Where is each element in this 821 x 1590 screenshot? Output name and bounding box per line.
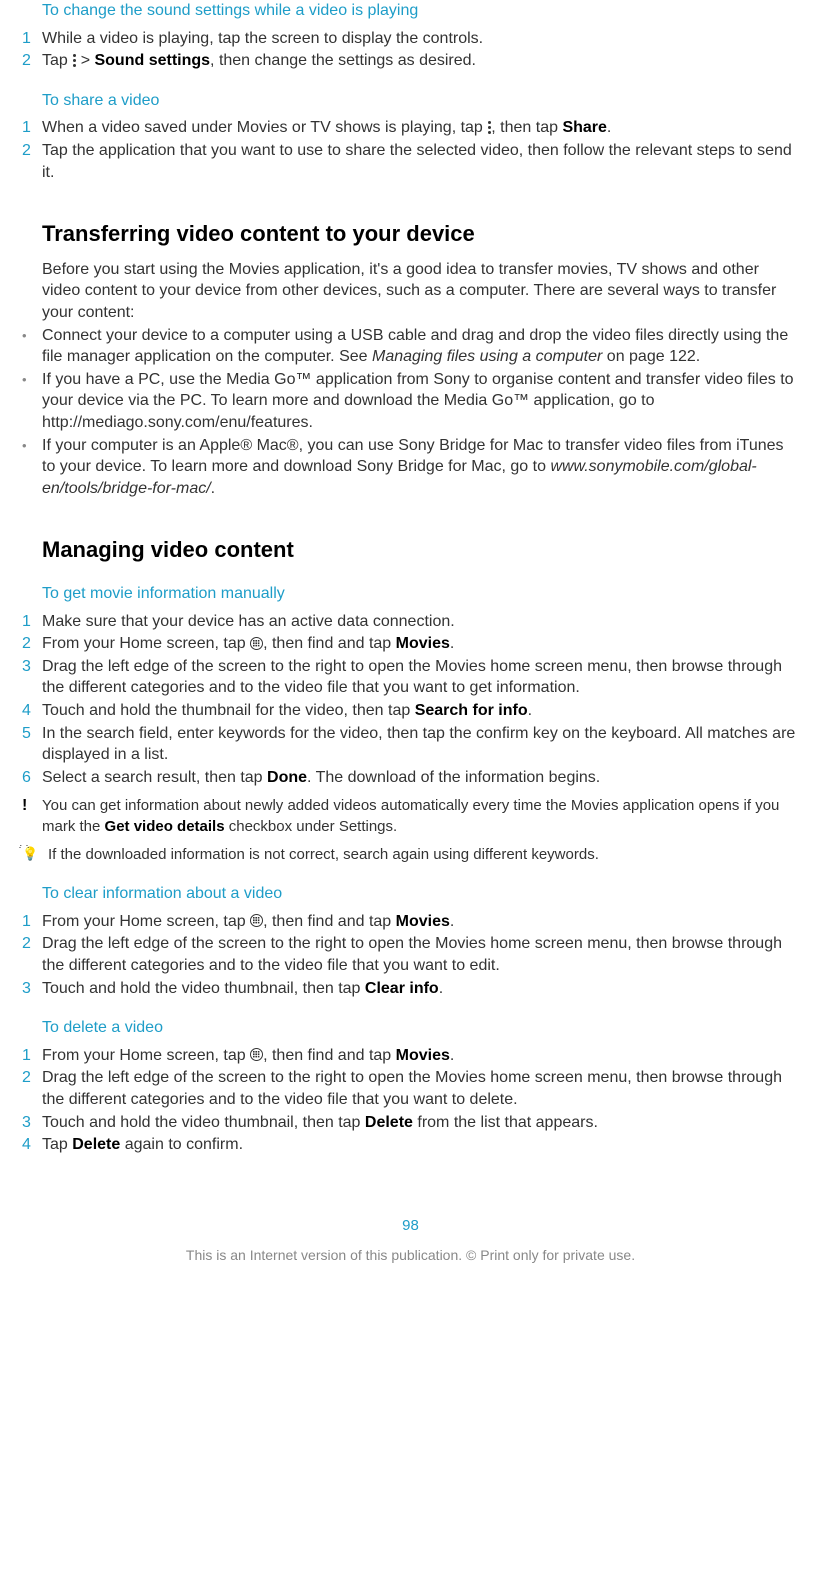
step-item: 3 Drag the left edge of the screen to th… [22, 656, 799, 699]
step-text: From your Home screen, tap , then find a… [42, 911, 799, 933]
step-number: 1 [22, 1045, 42, 1067]
heading-managing: Managing video content [42, 535, 799, 565]
step-item: 4 Tap Delete again to confirm. [22, 1134, 799, 1156]
step-number: 2 [22, 933, 42, 976]
apps-grid-icon [250, 914, 263, 927]
bullet-text: Connect your device to a computer using … [42, 325, 799, 368]
step-number: 3 [22, 656, 42, 699]
exclaim-icon: ! [22, 796, 42, 837]
step-item: 1 When a video saved under Movies or TV … [22, 117, 799, 139]
step-number: 3 [22, 978, 42, 1000]
subheading-share-video: To share a video [42, 90, 799, 112]
page-number: 98 [22, 1216, 799, 1236]
bullet-item: • If your computer is an Apple® Mac®, yo… [22, 435, 799, 500]
step-item: 2 Tap > Sound settings, then change the … [22, 50, 799, 72]
step-number: 4 [22, 1134, 42, 1156]
step-number: 1 [22, 117, 42, 139]
note-item: ! You can get information about newly ad… [22, 796, 799, 837]
bulb-icon: 💡 [22, 845, 48, 865]
subheading-sound-settings: To change the sound settings while a vid… [42, 0, 799, 22]
bullet-text: If you have a PC, use the Media Go™ appl… [42, 369, 799, 434]
step-number: 1 [22, 911, 42, 933]
step-item: 1 From your Home screen, tap , then find… [22, 911, 799, 933]
step-text: Tap Delete again to confirm. [42, 1134, 799, 1156]
tip-item: 💡 If the downloaded information is not c… [22, 845, 799, 865]
tip-text: If the downloaded information is not cor… [48, 845, 799, 865]
note-text: You can get information about newly adde… [42, 796, 799, 837]
step-item: 2 Tap the application that you want to u… [22, 140, 799, 183]
subheading-get-info: To get movie information manually [42, 583, 799, 605]
footer-disclaimer: This is an Internet version of this publ… [22, 1246, 799, 1265]
step-text: From your Home screen, tap , then find a… [42, 1045, 799, 1067]
step-number: 2 [22, 633, 42, 655]
step-text: Touch and hold the video thumbnail, then… [42, 1112, 799, 1134]
step-item: 1 While a video is playing, tap the scre… [22, 28, 799, 50]
step-number: 2 [22, 50, 42, 72]
bullet-icon: • [22, 369, 42, 434]
more-dots-icon [72, 54, 76, 68]
bullet-icon: • [22, 435, 42, 500]
step-item: 6 Select a search result, then tap Done.… [22, 767, 799, 789]
bullet-text: If your computer is an Apple® Mac®, you … [42, 435, 799, 500]
apps-grid-icon [250, 637, 263, 650]
heading-transferring: Transferring video content to your devic… [42, 219, 799, 249]
step-item: 3 Touch and hold the video thumbnail, th… [22, 978, 799, 1000]
step-text: Drag the left edge of the screen to the … [42, 656, 799, 699]
more-dots-icon [487, 121, 491, 135]
step-number: 4 [22, 700, 42, 722]
paragraph: Before you start using the Movies applic… [42, 259, 799, 324]
step-item: 1 Make sure that your device has an acti… [22, 611, 799, 633]
bullet-item: • If you have a PC, use the Media Go™ ap… [22, 369, 799, 434]
step-text: When a video saved under Movies or TV sh… [42, 117, 799, 139]
step-number: 6 [22, 767, 42, 789]
subheading-delete-video: To delete a video [42, 1017, 799, 1039]
step-text: While a video is playing, tap the screen… [42, 28, 799, 50]
step-item: 2 Drag the left edge of the screen to th… [22, 1067, 799, 1110]
step-text: Touch and hold the video thumbnail, then… [42, 978, 799, 1000]
step-text: Drag the left edge of the screen to the … [42, 1067, 799, 1110]
step-text: Tap > Sound settings, then change the se… [42, 50, 799, 72]
step-number: 5 [22, 723, 42, 766]
step-text: In the search field, enter keywords for … [42, 723, 799, 766]
step-text: Make sure that your device has an active… [42, 611, 799, 633]
step-text: Drag the left edge of the screen to the … [42, 933, 799, 976]
step-item: 1 From your Home screen, tap , then find… [22, 1045, 799, 1067]
bullet-icon: • [22, 325, 42, 368]
step-text: From your Home screen, tap , then find a… [42, 633, 799, 655]
step-number: 3 [22, 1112, 42, 1134]
step-number: 2 [22, 1067, 42, 1110]
step-text: Tap the application that you want to use… [42, 140, 799, 183]
step-item: 2 Drag the left edge of the screen to th… [22, 933, 799, 976]
step-item: 4 Touch and hold the thumbnail for the v… [22, 700, 799, 722]
step-number: 1 [22, 28, 42, 50]
step-number: 2 [22, 140, 42, 183]
step-item: 5 In the search field, enter keywords fo… [22, 723, 799, 766]
bullet-item: • Connect your device to a computer usin… [22, 325, 799, 368]
subheading-clear-info: To clear information about a video [42, 883, 799, 905]
step-item: 3 Touch and hold the video thumbnail, th… [22, 1112, 799, 1134]
apps-grid-icon [250, 1048, 263, 1061]
step-text: Select a search result, then tap Done. T… [42, 767, 799, 789]
step-item: 2 From your Home screen, tap , then find… [22, 633, 799, 655]
step-number: 1 [22, 611, 42, 633]
step-text: Touch and hold the thumbnail for the vid… [42, 700, 799, 722]
